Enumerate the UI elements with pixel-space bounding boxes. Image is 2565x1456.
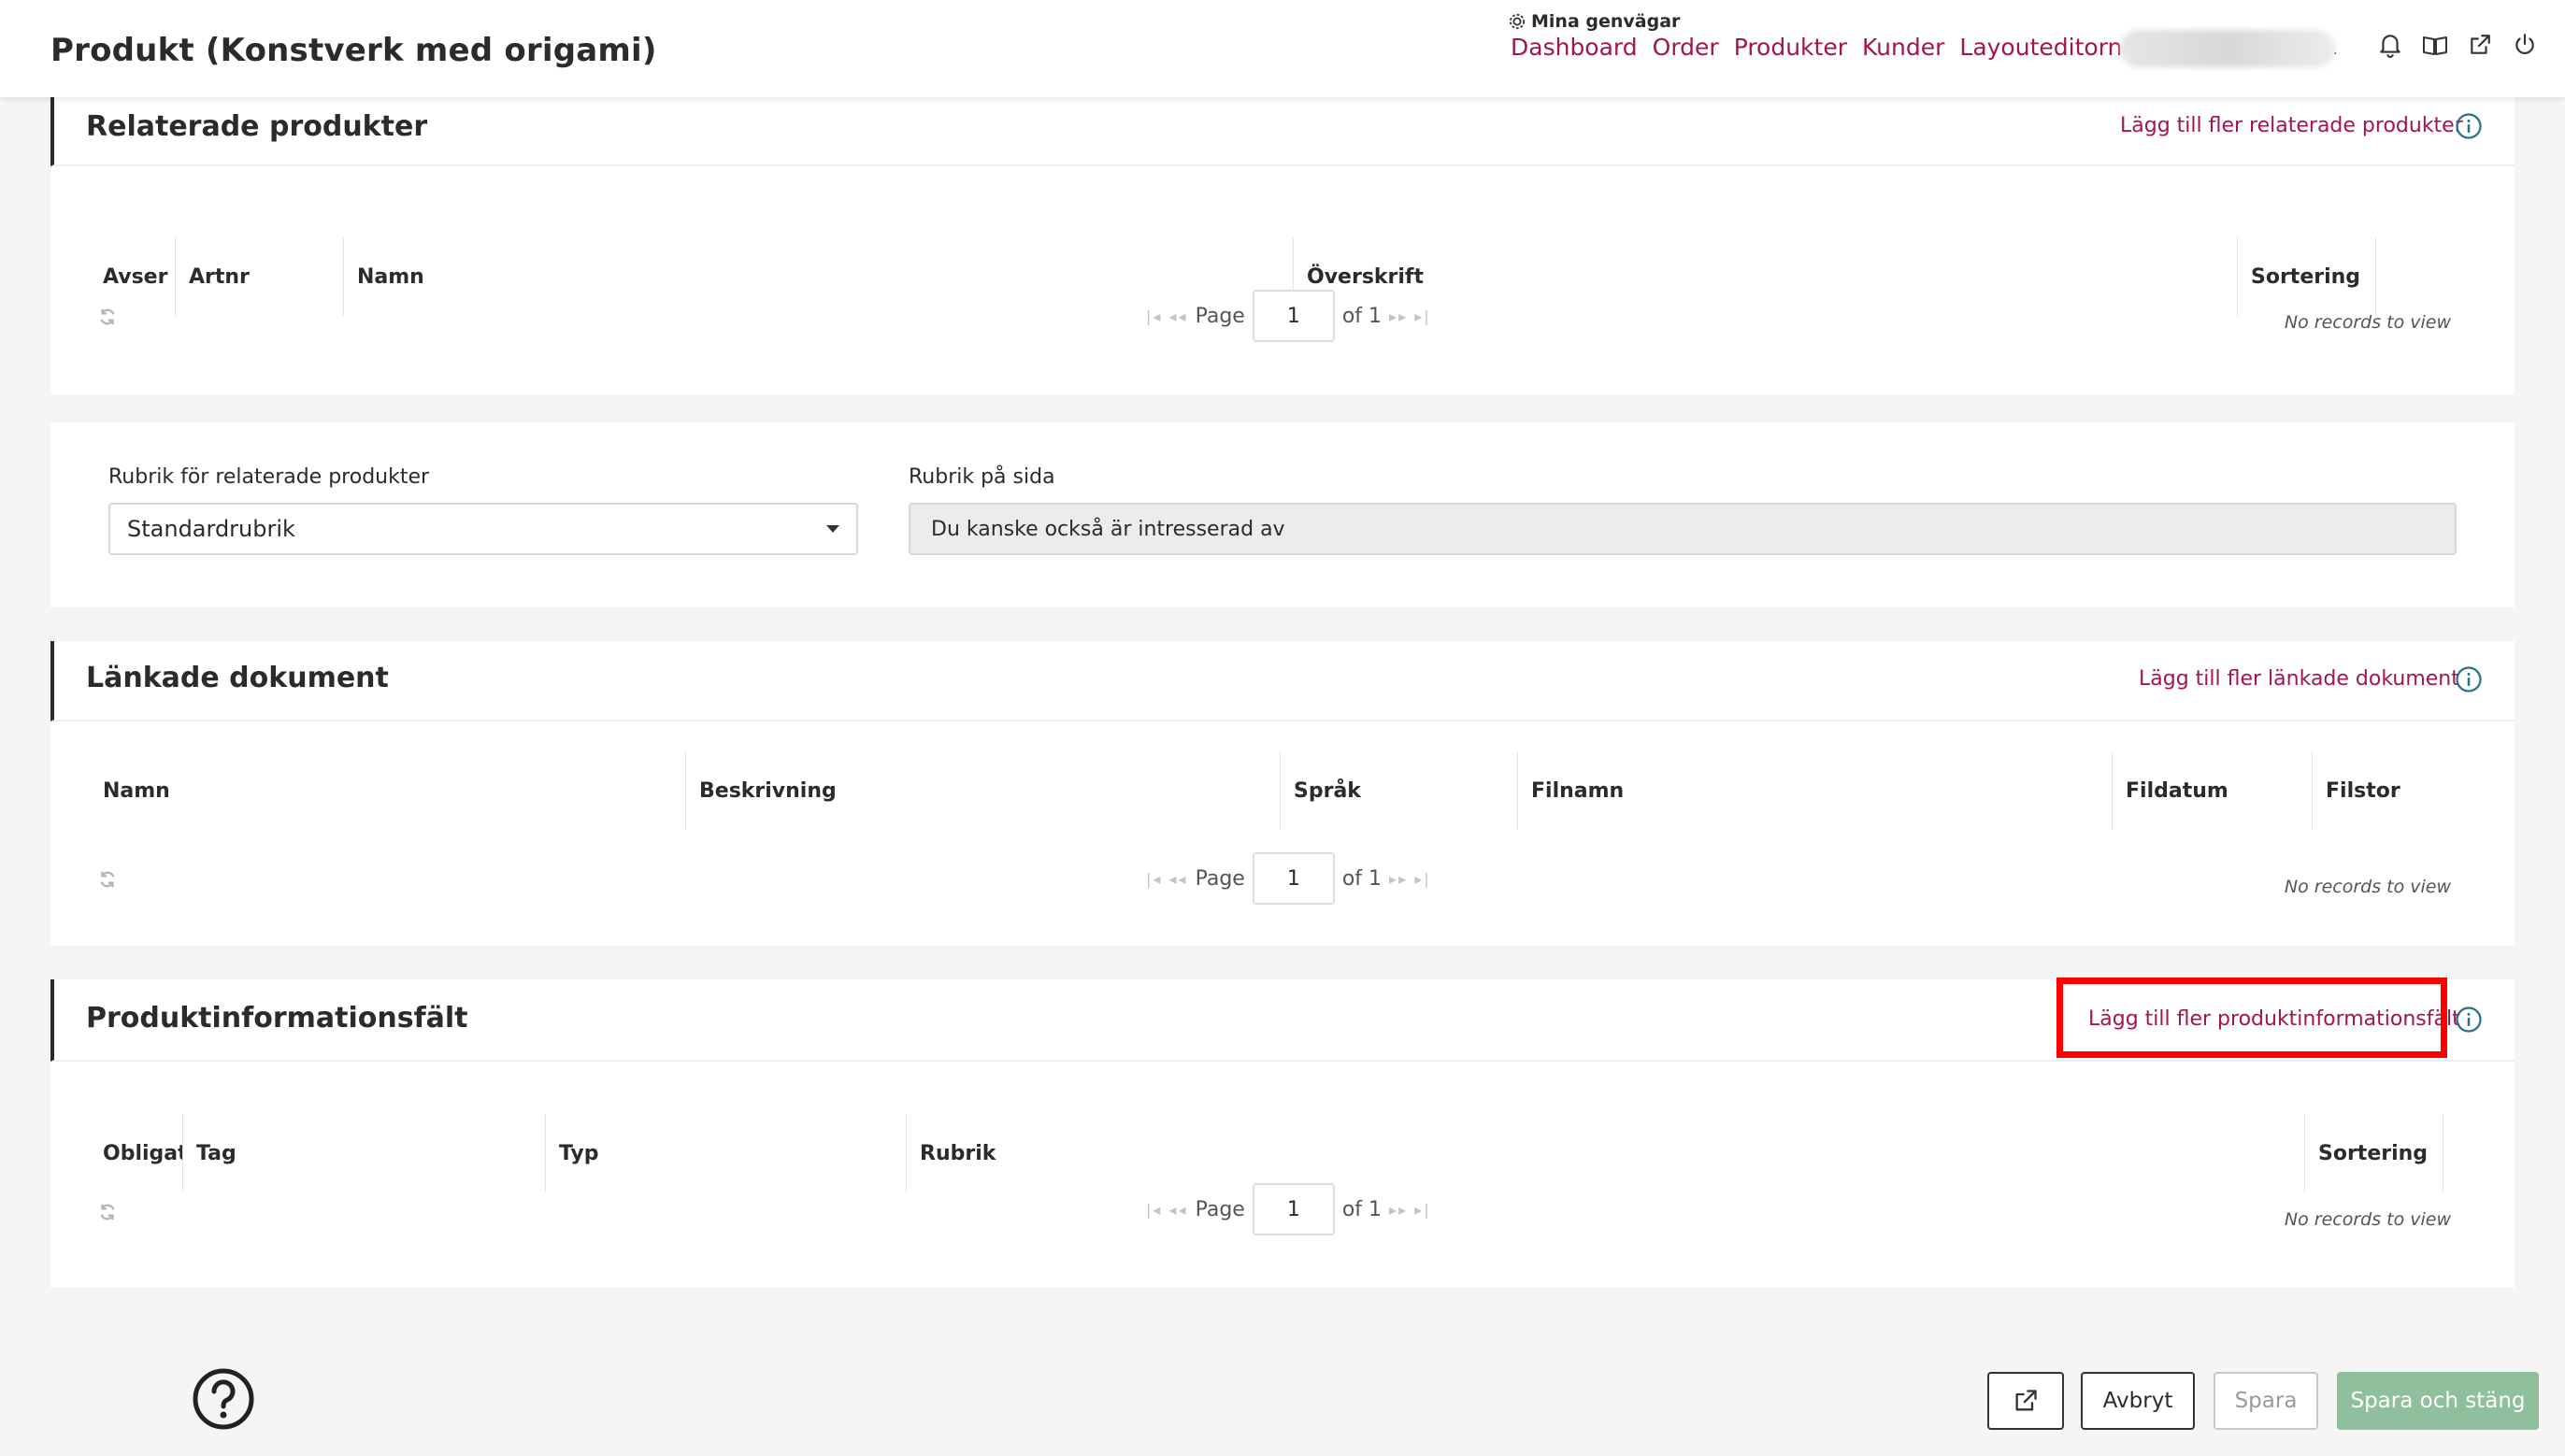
page-input[interactable]	[1252, 1183, 1335, 1235]
related-headline-settings-card: Rubrik för relaterade produkter Standard…	[50, 422, 2515, 607]
page-label: Page	[1195, 866, 1245, 891]
no-records-text: No records to view	[2284, 312, 2451, 333]
nav-kunder[interactable]: Kunder	[1862, 34, 1944, 61]
page-rubric-label: Rubrik på sida	[909, 465, 1055, 489]
page-label: Page	[1195, 304, 1245, 328]
next-last-page-icon[interactable]: ▸▸ ▸|	[1389, 870, 1431, 888]
product-info-fields-grid-header: Obligatoriskt Tag Typ Rubrik Sortering	[50, 1114, 2515, 1192]
save-button[interactable]: Spara	[2214, 1372, 2318, 1430]
info-icon[interactable]	[2455, 665, 2483, 693]
top-bar: Produkt (Konstverk med origami) Mina gen…	[0, 0, 2565, 97]
nav-dashboard[interactable]: Dashboard	[1511, 34, 1638, 61]
first-prev-page-icon[interactable]: |◂ ◂◂	[1146, 1201, 1188, 1219]
info-icon[interactable]	[2455, 1006, 2483, 1034]
col-sortering[interactable]: Sortering	[2240, 237, 2376, 316]
chevron-down-icon	[826, 525, 839, 533]
rubric-select[interactable]: Standardrubrik	[108, 503, 858, 555]
col-filnamn[interactable]: Filnamn	[1520, 751, 2113, 830]
shortcuts-label: Mina genvägar	[1531, 11, 1681, 32]
col-tag[interactable]: Tag	[185, 1114, 546, 1192]
col-sprak[interactable]: Språk	[1282, 751, 1518, 830]
highlight-box	[2056, 978, 2447, 1058]
refresh-icon[interactable]	[97, 307, 118, 327]
related-products-pager: |◂ ◂◂ Page of 1 ▸▸ ▸|	[1146, 290, 1431, 342]
col-rubrik[interactable]: Rubrik	[909, 1114, 2305, 1192]
page-label: Page	[1195, 1197, 1245, 1221]
linked-documents-title: Länkade dokument	[86, 662, 389, 694]
top-icons	[2376, 30, 2539, 60]
linked-documents-grid-header: Namn Beskrivning Språk Filnamn Fildatum …	[50, 751, 2515, 830]
first-prev-page-icon[interactable]: |◂ ◂◂	[1146, 307, 1188, 325]
col-typ[interactable]: Typ	[548, 1114, 907, 1192]
page-rubric-value: Du kanske också är intresserad av	[931, 517, 1285, 541]
product-info-fields-title: Produktinformationsfält	[86, 1002, 468, 1035]
col-avser[interactable]: Avser	[92, 237, 176, 316]
first-prev-page-icon[interactable]: |◂ ◂◂	[1146, 870, 1188, 888]
shortcuts-header[interactable]: Mina genvägar	[1509, 11, 1680, 32]
col-beskrivning[interactable]: Beskrivning	[688, 751, 1281, 830]
book-icon[interactable]	[2421, 30, 2449, 60]
save-and-close-button[interactable]: Spara och stäng	[2337, 1372, 2539, 1430]
col-sortering[interactable]: Sortering	[2307, 1114, 2443, 1192]
page-of-label: of 1	[1341, 304, 1383, 328]
external-link-icon[interactable]	[2466, 30, 2494, 60]
gear-icon	[1509, 13, 1526, 30]
help-icon[interactable]	[193, 1368, 254, 1430]
related-products-title: Relaterade produkter	[86, 110, 428, 143]
next-last-page-icon[interactable]: ▸▸ ▸|	[1389, 1201, 1431, 1219]
col-obligatoriskt[interactable]: Obligatoriskt	[92, 1114, 183, 1192]
next-last-page-icon[interactable]: ▸▸ ▸|	[1389, 307, 1431, 325]
page-rubric-field: Du kanske också är intresserad av	[909, 503, 2457, 555]
related-products-card: Relaterade produkter Lägg till fler rela…	[50, 97, 2515, 394]
add-linked-documents-link[interactable]: Lägg till fler länkade dokument	[2139, 667, 2459, 691]
col-fildatum[interactable]: Fildatum	[2114, 751, 2313, 830]
page-of-label: of 1	[1341, 1197, 1383, 1221]
shortcuts-nav: Dashboard Order Produkter Kunder Layoute…	[1511, 34, 2122, 61]
user-menu[interactable]	[2120, 30, 2335, 67]
external-link-icon	[2015, 1390, 2037, 1411]
refresh-icon[interactable]	[97, 1202, 118, 1222]
linked-documents-header: Länkade dokument Lägg till fler länkade …	[50, 641, 2515, 721]
product-info-fields-pager: |◂ ◂◂ Page of 1 ▸▸ ▸|	[1146, 1183, 1431, 1235]
col-artnr[interactable]: Artnr	[178, 237, 344, 316]
cancel-button[interactable]: Avbryt	[2081, 1372, 2195, 1430]
col-filstorlek[interactable]: Filstorl	[2314, 751, 2400, 830]
linked-documents-card: Länkade dokument Lägg till fler länkade …	[50, 641, 2515, 946]
nav-order[interactable]: Order	[1653, 34, 1719, 61]
page-of-label: of 1	[1341, 866, 1383, 891]
rubric-label: Rubrik för relaterade produkter	[108, 465, 430, 489]
no-records-text: No records to view	[2284, 877, 2451, 897]
page-title: Produkt (Konstverk med origami)	[50, 32, 657, 69]
rubric-select-value: Standardrubrik	[127, 516, 295, 542]
open-external-button[interactable]	[1987, 1372, 2064, 1430]
bell-icon[interactable]	[2376, 30, 2404, 60]
add-related-products-link[interactable]: Lägg till fler relaterade produkter	[2120, 114, 2463, 137]
power-icon[interactable]	[2511, 30, 2539, 60]
info-icon[interactable]	[2455, 112, 2483, 140]
nav-layouteditorn[interactable]: Layouteditorn	[1959, 34, 2122, 61]
user-menu-dot: ·	[2333, 47, 2338, 62]
no-records-text: No records to view	[2284, 1209, 2451, 1230]
refresh-icon[interactable]	[97, 869, 118, 890]
page-input[interactable]	[1252, 290, 1335, 342]
linked-documents-pager: |◂ ◂◂ Page of 1 ▸▸ ▸|	[1146, 852, 1431, 905]
nav-produkter[interactable]: Produkter	[1734, 34, 1847, 61]
col-namn[interactable]: Namn	[92, 751, 686, 830]
related-products-header: Relaterade produkter Lägg till fler rela…	[50, 97, 2515, 166]
page-input[interactable]	[1252, 852, 1335, 905]
col-overskrift[interactable]: Överskrift	[1296, 237, 2238, 316]
